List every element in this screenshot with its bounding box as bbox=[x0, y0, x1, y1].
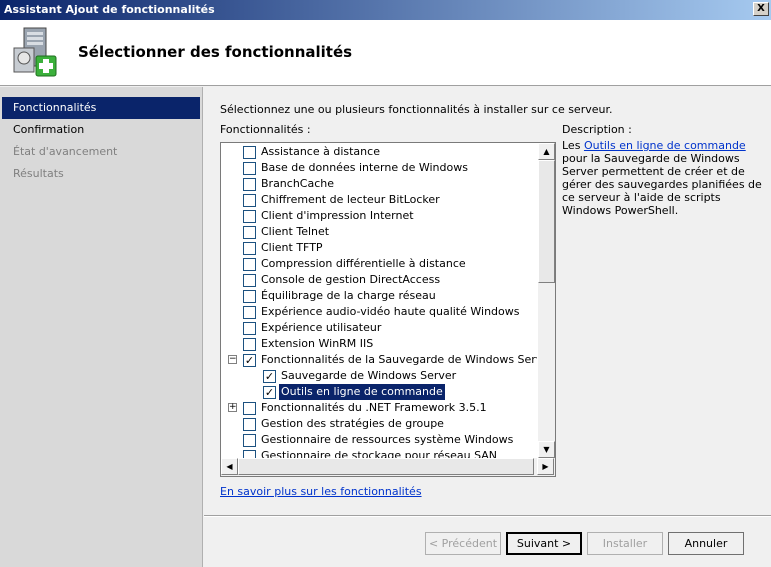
install-button[interactable]: Installer bbox=[587, 532, 663, 555]
step-confirmation[interactable]: Confirmation bbox=[0, 119, 202, 141]
feature-row[interactable]: + Fonctionnalités du .NET Framework 3.5.1 bbox=[221, 400, 537, 416]
feature-label: Fonctionnalités de la Sauvegarde de Wind… bbox=[261, 353, 537, 366]
features-tree: Assistance à distance Base de données int… bbox=[221, 143, 537, 458]
close-button[interactable]: X bbox=[753, 2, 769, 16]
feature-label: Gestionnaire de ressources système Windo… bbox=[261, 433, 514, 446]
feature-checkbox[interactable] bbox=[243, 242, 256, 255]
step-features[interactable]: Fonctionnalités bbox=[2, 97, 200, 119]
feature-checkbox[interactable] bbox=[243, 226, 256, 239]
feature-checkbox[interactable] bbox=[243, 402, 256, 415]
previous-button[interactable]: < Précédent bbox=[425, 532, 501, 555]
features-list[interactable]: Assistance à distance Base de données int… bbox=[220, 142, 556, 477]
feature-row[interactable]: Chiffrement de lecteur BitLocker bbox=[221, 192, 537, 208]
feature-label: Fonctionnalités du .NET Framework 3.5.1 bbox=[261, 401, 487, 414]
description-suffix: pour la Sauvegarde de Windows Server per… bbox=[562, 152, 762, 217]
feature-label: Gestionnaire de stockage pour réseau SAN bbox=[261, 449, 498, 458]
feature-checkbox[interactable] bbox=[243, 450, 256, 458]
wizard-header: Sélectionner des fonctionnalités bbox=[0, 20, 771, 86]
feature-row[interactable]: Expérience utilisateur bbox=[221, 320, 537, 336]
feature-row[interactable]: BranchCache bbox=[221, 176, 537, 192]
description-prefix: Les bbox=[562, 139, 584, 152]
feature-row[interactable]: − ✓ Fonctionnalités de la Sauvegarde de Wi… bbox=[221, 352, 537, 368]
feature-label: Équilibrage de la charge réseau bbox=[261, 289, 436, 302]
feature-checkbox[interactable] bbox=[243, 290, 256, 303]
cancel-button[interactable]: Annuler bbox=[668, 532, 744, 555]
main-panel: Sélectionnez une ou plusieurs fonctionna… bbox=[204, 87, 771, 567]
feature-label: Base de données interne de Windows bbox=[261, 161, 468, 174]
feature-checkbox[interactable]: ✓ bbox=[243, 354, 256, 367]
feature-checkbox[interactable] bbox=[243, 418, 256, 431]
feature-label: Gestion des stratégies de groupe bbox=[261, 417, 444, 430]
feature-label: BranchCache bbox=[261, 177, 335, 190]
learn-more-link[interactable]: En savoir plus sur les fonctionnalités bbox=[220, 485, 422, 498]
feature-label: Client d'impression Internet bbox=[261, 209, 414, 222]
feature-checkbox[interactable] bbox=[243, 338, 256, 351]
feature-row[interactable]: Gestionnaire de ressources système Windo… bbox=[221, 432, 537, 448]
feature-label: Assistance à distance bbox=[261, 145, 380, 158]
description-label: Description : bbox=[562, 123, 632, 136]
feature-row[interactable]: ✓ Outils en ligne de commande bbox=[221, 383, 537, 401]
feature-row[interactable]: Client TFTP bbox=[221, 240, 537, 256]
description-link[interactable]: Outils en ligne de commande bbox=[584, 139, 746, 152]
scroll-right-button[interactable]: ▶ bbox=[537, 458, 554, 475]
page-title: Sélectionner des fonctionnalités bbox=[78, 43, 353, 61]
horizontal-scrollbar[interactable]: ◀ ▶ bbox=[221, 458, 555, 476]
feature-checkbox[interactable] bbox=[243, 274, 256, 287]
feature-row[interactable]: Gestionnaire de stockage pour réseau SAN bbox=[221, 448, 537, 458]
feature-label: Chiffrement de lecteur BitLocker bbox=[261, 193, 440, 206]
feature-checkbox[interactable] bbox=[243, 146, 256, 159]
step-progress: État d'avancement bbox=[13, 145, 118, 158]
collapse-icon[interactable]: − bbox=[228, 355, 237, 364]
feature-row[interactable]: Compression différentielle à distance bbox=[221, 256, 537, 272]
feature-row[interactable]: Gestion des stratégies de groupe bbox=[221, 416, 537, 432]
feature-label: Expérience utilisateur bbox=[261, 321, 382, 334]
features-label: Fonctionnalités : bbox=[220, 123, 311, 136]
feature-checkbox[interactable]: ✓ bbox=[263, 370, 276, 383]
feature-checkbox[interactable] bbox=[243, 434, 256, 447]
intro-text: Sélectionnez une ou plusieurs fonctionna… bbox=[220, 103, 613, 116]
feature-row[interactable]: ✓ Sauvegarde de Windows Server bbox=[221, 368, 537, 384]
scroll-down-button[interactable]: ▼ bbox=[538, 441, 555, 458]
feature-label: Client Telnet bbox=[261, 225, 330, 238]
scroll-left-button[interactable]: ◀ bbox=[221, 458, 238, 475]
feature-row[interactable]: Client d'impression Internet bbox=[221, 208, 537, 224]
expand-icon[interactable]: + bbox=[228, 403, 237, 412]
feature-row[interactable]: Expérience audio-vidéo haute qualité Win… bbox=[221, 304, 537, 320]
horizontal-scroll-thumb[interactable] bbox=[238, 458, 534, 475]
description-text: Les Outils en ligne de commande pour la … bbox=[562, 139, 762, 217]
feature-checkbox[interactable] bbox=[243, 194, 256, 207]
feature-checkbox[interactable] bbox=[243, 258, 256, 271]
feature-label: Sauvegarde de Windows Server bbox=[281, 369, 457, 382]
feature-checkbox[interactable]: ✓ bbox=[263, 386, 276, 399]
footer-divider bbox=[204, 515, 771, 517]
feature-checkbox[interactable] bbox=[243, 178, 256, 191]
feature-row[interactable]: Assistance à distance bbox=[221, 144, 537, 160]
feature-row[interactable]: Console de gestion DirectAccess bbox=[221, 272, 537, 288]
feature-label: Expérience audio-vidéo haute qualité Win… bbox=[261, 305, 520, 318]
feature-label: Client TFTP bbox=[261, 241, 323, 254]
vertical-scroll-thumb[interactable] bbox=[538, 160, 555, 283]
scroll-up-button[interactable]: ▲ bbox=[538, 143, 555, 160]
feature-label: Extension WinRM IIS bbox=[261, 337, 374, 350]
feature-row[interactable]: Équilibrage de la charge réseau bbox=[221, 288, 537, 304]
next-button[interactable]: Suivant > bbox=[506, 532, 582, 555]
window-title: Assistant Ajout de fonctionnalités bbox=[4, 3, 215, 16]
feature-row[interactable]: Extension WinRM IIS bbox=[221, 336, 537, 352]
feature-label: Compression différentielle à distance bbox=[261, 257, 466, 270]
feature-row[interactable]: Base de données interne de Windows bbox=[221, 160, 537, 176]
wizard-steps: Fonctionnalités Confirmation État d'avan… bbox=[0, 87, 203, 567]
feature-checkbox[interactable] bbox=[243, 210, 256, 223]
vertical-scrollbar[interactable]: ▲ ▼ bbox=[538, 143, 555, 458]
step-results: Résultats bbox=[13, 167, 64, 180]
title-bar: Assistant Ajout de fonctionnalités X bbox=[0, 0, 771, 20]
feature-label: Console de gestion DirectAccess bbox=[261, 273, 441, 286]
feature-checkbox[interactable] bbox=[243, 162, 256, 175]
feature-checkbox[interactable] bbox=[243, 306, 256, 319]
feature-row[interactable]: Client Telnet bbox=[221, 224, 537, 240]
feature-label: Outils en ligne de commande bbox=[278, 383, 446, 401]
feature-checkbox[interactable] bbox=[243, 322, 256, 335]
server-add-icon bbox=[13, 27, 57, 77]
